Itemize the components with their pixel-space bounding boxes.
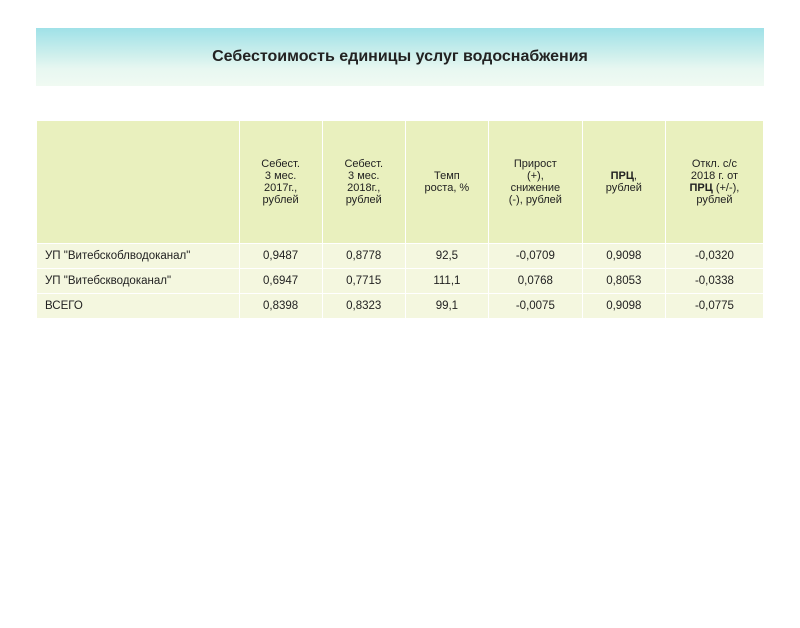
data-table: Себест.3 мес.2017г.,рублей Себест.3 мес.…	[36, 120, 764, 319]
cell: 92,5	[405, 244, 488, 269]
col-header-devprc: Откл. с/с2018 г. отПРЦ (+/-),рублей	[665, 121, 763, 244]
data-table-wrap: Себест.3 мес.2017г.,рублей Себест.3 мес.…	[36, 120, 764, 319]
col-header-prc: ПРЦ,рублей	[582, 121, 665, 244]
row-label: УП "Витебскоблводоканал"	[37, 244, 240, 269]
cell: 0,0768	[488, 269, 582, 294]
col-header-2017: Себест.3 мес.2017г.,рублей	[239, 121, 322, 244]
cell: 0,8053	[582, 269, 665, 294]
cell: -0,0075	[488, 294, 582, 319]
title-bar: Себестоимость единицы услуг водоснабжени…	[36, 28, 764, 86]
cell: 0,7715	[322, 269, 405, 294]
page-title: Себестоимость единицы услуг водоснабжени…	[212, 48, 588, 66]
cell: -0,0775	[665, 294, 763, 319]
cell: -0,0320	[665, 244, 763, 269]
row-label: УП "Витебскводоканал"	[37, 269, 240, 294]
cell: 99,1	[405, 294, 488, 319]
table-header-row: Себест.3 мес.2017г.,рублей Себест.3 мес.…	[37, 121, 764, 244]
table-row: УП "Витебскводоканал" 0,6947 0,7715 111,…	[37, 269, 764, 294]
cell: -0,0338	[665, 269, 763, 294]
col-header-growth: Темпроста, %	[405, 121, 488, 244]
cell: 0,9487	[239, 244, 322, 269]
col-header-empty	[37, 121, 240, 244]
cell: 0,6947	[239, 269, 322, 294]
table-row: УП "Витебскоблводоканал" 0,9487 0,8778 9…	[37, 244, 764, 269]
col-header-2018: Себест.3 мес.2018г.,рублей	[322, 121, 405, 244]
col-header-delta: Прирост(+),снижение(-), рублей	[488, 121, 582, 244]
cell: 0,9098	[582, 244, 665, 269]
cell: -0,0709	[488, 244, 582, 269]
cell: 111,1	[405, 269, 488, 294]
cell: 0,8323	[322, 294, 405, 319]
row-label: ВСЕГО	[37, 294, 240, 319]
table-row-total: ВСЕГО 0,8398 0,8323 99,1 -0,0075 0,9098 …	[37, 294, 764, 319]
cell: 0,9098	[582, 294, 665, 319]
cell: 0,8398	[239, 294, 322, 319]
cell: 0,8778	[322, 244, 405, 269]
